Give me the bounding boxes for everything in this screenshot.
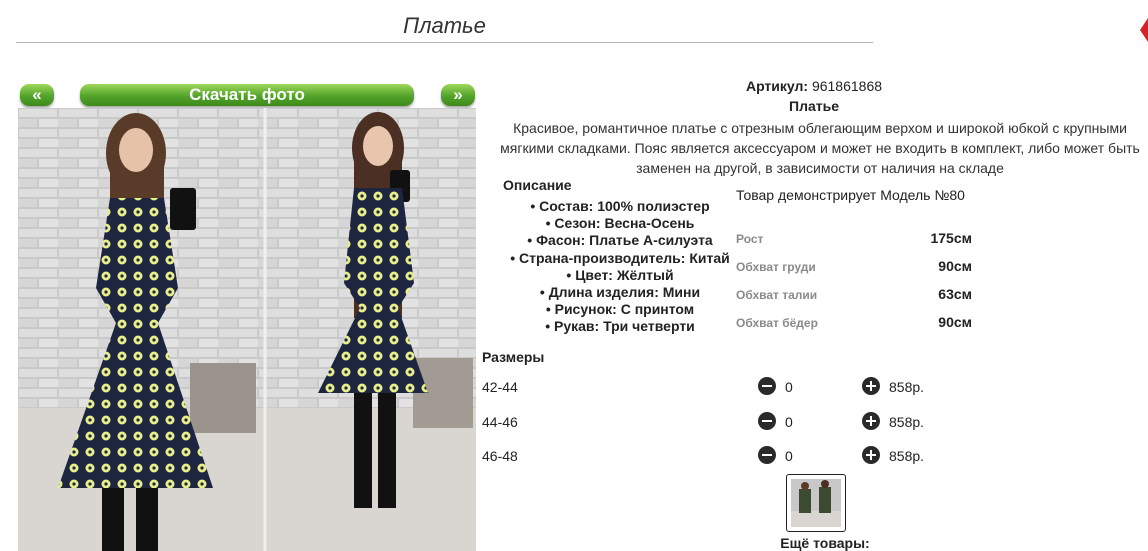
- price-value: 858р.: [889, 414, 925, 430]
- measurement-label: Обхват груди: [736, 260, 816, 274]
- prev-photo-button[interactable]: «: [20, 84, 54, 106]
- size-row: 46-48 0 858р.: [482, 445, 1142, 467]
- more-goods-label: Ещё товары:: [780, 535, 870, 551]
- feature-item: Рукав: Три четверти: [502, 318, 738, 335]
- feature-list: Состав: 100% полиэстер Сезон: Весна-Осен…: [502, 198, 738, 336]
- size-row: 42-44 0 858р.: [482, 376, 1142, 398]
- description-heading: Описание: [503, 177, 572, 193]
- feature-item: Цвет: Жёлтый: [502, 267, 738, 284]
- size-label: 46-48: [482, 448, 518, 464]
- minus-circle-icon[interactable]: [758, 446, 776, 464]
- feature-item: Фасон: Платье А-силуэта: [502, 232, 738, 249]
- measurement-value: 90см: [938, 314, 972, 330]
- feature-item: Состав: 100% полиэстер: [502, 198, 738, 215]
- measurement-row: Обхват бёдер 90см: [736, 312, 972, 332]
- measurement-row: Обхват груди 90см: [736, 256, 972, 276]
- product-name: Платье: [789, 98, 839, 114]
- sku-value: 961861868: [811, 78, 883, 94]
- sizes-heading: Размеры: [482, 349, 545, 365]
- measurement-value: 175см: [930, 230, 972, 246]
- minus-circle-icon[interactable]: [758, 377, 776, 395]
- next-photo-button[interactable]: »: [441, 84, 475, 106]
- measurement-label: Обхват бёдер: [736, 316, 818, 330]
- plus-circle-icon[interactable]: [862, 377, 880, 395]
- product-photo: [18, 108, 476, 551]
- minus-circle-icon[interactable]: [758, 412, 776, 430]
- measurement-value: 63см: [938, 286, 972, 302]
- product-info: Артикул: 961861868 Платье Красивое, рома…: [480, 0, 1148, 551]
- sku-line: Артикул: 961861868: [480, 78, 1148, 94]
- product-thumbnail[interactable]: [786, 474, 846, 532]
- measurement-label: Рост: [736, 232, 764, 246]
- quantity-value: 0: [785, 414, 793, 430]
- feature-item: Сезон: Весна-Осень: [502, 215, 738, 232]
- size-label: 42-44: [482, 379, 518, 395]
- sku-label: Артикул:: [745, 78, 809, 94]
- measurement-row: Рост 175см: [736, 228, 972, 248]
- plus-circle-icon[interactable]: [862, 446, 880, 464]
- size-label: 44-46: [482, 414, 518, 430]
- price-value: 858р.: [889, 379, 925, 395]
- feature-item: Длина изделия: Мини: [502, 284, 738, 301]
- size-row: 44-46 0 858р.: [482, 411, 1142, 433]
- feature-item: Страна-производитель: Китай: [502, 250, 738, 267]
- feature-item: Рисунок: С принтом: [502, 301, 738, 318]
- product-description: Красивое, романтичное платье с отрезным …: [500, 120, 1140, 176]
- quantity-value: 0: [785, 379, 793, 395]
- measurement-row: Обхват талии 63см: [736, 284, 972, 304]
- download-photo-button[interactable]: Скачать фото: [80, 84, 414, 106]
- quantity-value: 0: [785, 448, 793, 464]
- plus-circle-icon[interactable]: [862, 412, 880, 430]
- measurement-value: 90см: [938, 258, 972, 274]
- model-caption: Товар демонстрирует Модель №80: [736, 187, 965, 203]
- price-value: 858р.: [889, 448, 925, 464]
- measurement-label: Обхват талии: [736, 288, 818, 302]
